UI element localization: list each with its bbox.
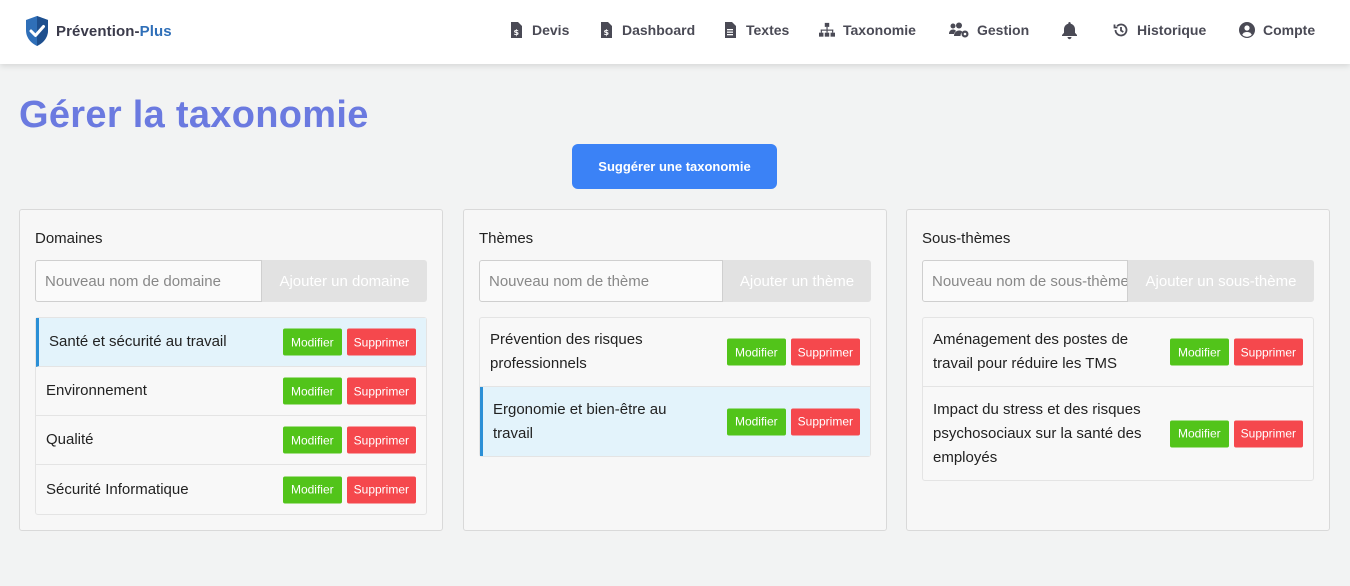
notifications-button[interactable] [1061, 22, 1086, 40]
theme-label: Prévention des risques professionnels [490, 331, 643, 372]
sous-theme-input-group: Nouveau nom de sous-thème Ajouter un sou… [922, 260, 1314, 302]
nav-devis-label: Devis [532, 22, 570, 38]
theme-name-input[interactable]: Nouveau nom de thème [479, 260, 723, 302]
domaines-list: Santé et sécurité au travail Modifier Su… [35, 317, 427, 515]
nav-compte-label: Compte [1263, 22, 1316, 38]
shield-check-icon [26, 16, 48, 46]
user-circle-icon [1239, 22, 1255, 38]
domaine-label: Santé et sécurité au travail [49, 333, 227, 350]
history-icon [1113, 23, 1128, 37]
sous-theme-name-input[interactable]: Nouveau nom de sous-thème [922, 260, 1128, 302]
sitemap-icon [819, 22, 835, 37]
theme-input-group: Nouveau nom de thème Ajouter un thème [479, 260, 871, 302]
edit-button[interactable]: Modifier [726, 408, 786, 435]
sous-theme-item-1[interactable]: Impact du stress et des risques psychoso… [923, 387, 1313, 480]
edit-button[interactable]: Modifier [282, 476, 342, 503]
domaine-item-1[interactable]: Environnement Modifier Supprimer [36, 367, 426, 416]
nav-compte[interactable]: Compte [1239, 22, 1315, 38]
nav-textes[interactable]: Textes [722, 22, 789, 38]
domaines-panel: Domaines Nouveau nom de domaine Ajouter … [19, 209, 443, 531]
dashboard-icon: $ [601, 22, 612, 38]
theme-label: Ergonomie et bien-être au travail [493, 400, 667, 442]
brand-name: Prévention-Plus [56, 22, 172, 40]
svg-text:$: $ [604, 28, 610, 37]
delete-button[interactable]: Supprimer [346, 476, 416, 503]
delete-button[interactable]: Supprimer [1233, 338, 1303, 366]
invoice-icon: $ [511, 22, 522, 38]
sous-theme-label: Aménagement des postes de travail pour r… [933, 331, 1129, 372]
delete-button[interactable]: Supprimer [790, 338, 860, 366]
sous-theme-item-0[interactable]: Aménagement des postes de travail pour r… [923, 318, 1313, 387]
delete-button[interactable]: Supprimer [346, 426, 416, 454]
delete-button[interactable]: Supprimer [346, 328, 416, 356]
nav-historique-label: Historique [1137, 22, 1207, 38]
nav-gestion[interactable]: Gestion [949, 22, 1029, 38]
bell-icon [1062, 22, 1077, 40]
domaine-input-group: Nouveau nom de domaine Ajouter un domain… [35, 260, 427, 302]
nav-dashboard[interactable]: $ Dashboard [598, 22, 695, 38]
nav-historique[interactable]: Historique [1113, 22, 1206, 38]
nav-gestion-label: Gestion [977, 22, 1030, 38]
nav-taxonomie[interactable]: Taxonomie [819, 22, 916, 38]
domaine-label: Sécurité Informatique [46, 480, 189, 498]
top-navbar: Prévention-Plus $ Devis $ Dashboard Text… [0, 0, 1350, 64]
delete-button[interactable]: Supprimer [346, 377, 416, 405]
users-cog-icon [949, 22, 969, 38]
domaine-name-input[interactable]: Nouveau nom de domaine [35, 260, 262, 302]
sous-themes-title: Sous-thèmes [922, 230, 1011, 247]
add-theme-button[interactable]: Ajouter un thème [723, 260, 871, 302]
svg-text:$: $ [514, 28, 520, 37]
sous-theme-label: Impact du stress et des risques psychoso… [933, 400, 1142, 466]
domaine-label: Environnement [46, 382, 147, 399]
theme-item-1[interactable]: Ergonomie et bien-être au travail Modifi… [480, 387, 870, 456]
themes-panel: Thèmes Nouveau nom de thème Ajouter un t… [463, 209, 887, 531]
delete-button[interactable]: Supprimer [790, 408, 860, 435]
suggest-taxonomy-button[interactable]: Suggérer une taxonomie [572, 144, 777, 189]
edit-button[interactable]: Modifier [282, 426, 342, 454]
nav-textes-label: Textes [746, 22, 790, 38]
page-title: Gérer la taxonomie [19, 94, 369, 136]
add-domaine-button[interactable]: Ajouter un domaine [262, 260, 427, 302]
edit-button[interactable]: Modifier [1169, 420, 1229, 447]
nav-devis[interactable]: $ Devis [508, 22, 569, 38]
nav-taxonomie-label: Taxonomie [843, 22, 916, 38]
sous-themes-list: Aménagement des postes de travail pour r… [922, 317, 1314, 481]
nav-dashboard-label: Dashboard [622, 22, 696, 38]
edit-button[interactable]: Modifier [282, 328, 342, 356]
add-sous-theme-button[interactable]: Ajouter un sous-thème [1128, 260, 1314, 302]
themes-list: Prévention des risques professionnels Mo… [479, 317, 871, 457]
document-icon [725, 22, 736, 38]
edit-button[interactable]: Modifier [726, 338, 786, 366]
domaines-title: Domaines [35, 230, 103, 247]
edit-button[interactable]: Modifier [282, 377, 342, 405]
edit-button[interactable]: Modifier [1169, 338, 1229, 366]
domaine-label: Qualité [46, 431, 94, 448]
domaine-item-3[interactable]: Sécurité Informatique Modifier Supprimer [36, 465, 426, 514]
domaine-item-0[interactable]: Santé et sécurité au travail Modifier Su… [36, 318, 426, 367]
themes-title: Thèmes [479, 230, 534, 247]
sous-themes-panel: Sous-thèmes Nouveau nom de sous-thème Aj… [906, 209, 1330, 531]
brand-logo[interactable]: Prévention-Plus [24, 15, 172, 47]
delete-button[interactable]: Supprimer [1233, 420, 1303, 447]
domaine-item-2[interactable]: Qualité Modifier Supprimer [36, 416, 426, 465]
theme-item-0[interactable]: Prévention des risques professionnels Mo… [480, 318, 870, 387]
